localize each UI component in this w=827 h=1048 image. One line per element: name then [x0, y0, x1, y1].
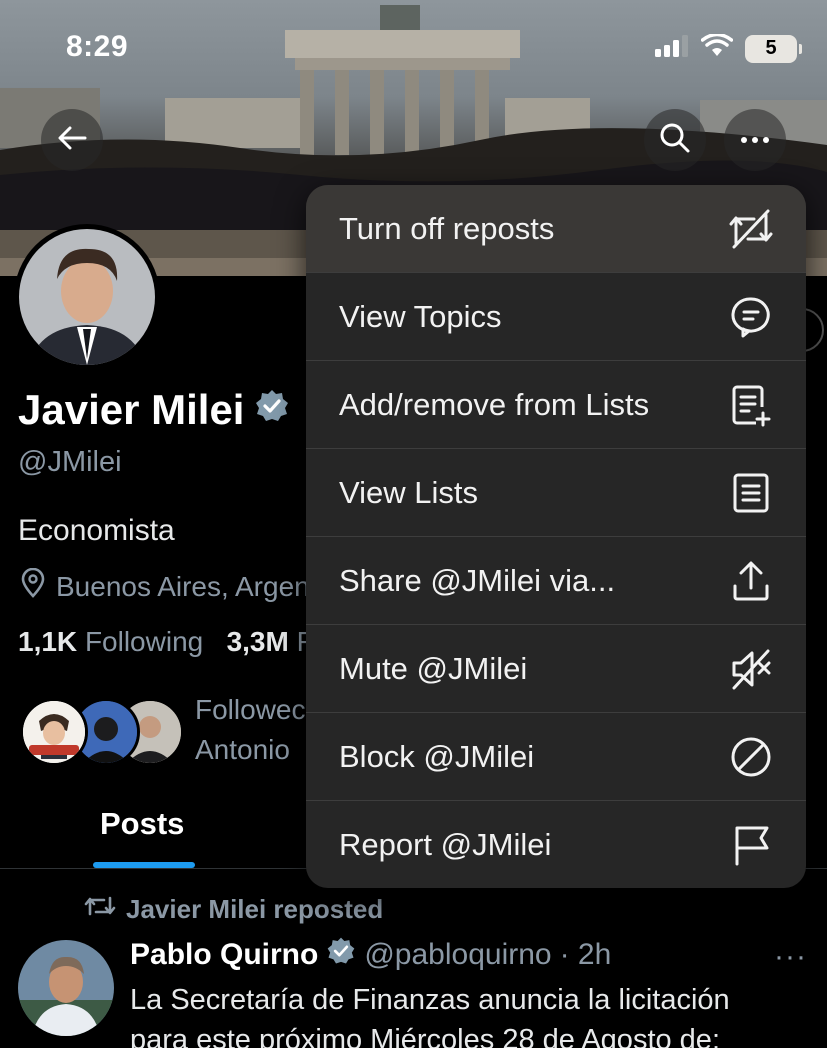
menu-item-add-remove-lists[interactable]: Add/remove from Lists	[306, 361, 806, 449]
tweet-header: Pablo Quirno @pabloquirno · 2h	[130, 936, 611, 974]
location-text: Buenos Aires, Argen	[56, 570, 310, 602]
tweet-time: · 2h	[559, 938, 612, 971]
repost-off-icon	[728, 206, 774, 252]
profile-name-text: Javier Milei	[18, 386, 245, 433]
followers-count: 3,3M	[226, 626, 289, 657]
menu-item-label: Block @JMilei	[339, 738, 535, 774]
milei-explains-logo	[23, 701, 85, 763]
profile-options-menu: Turn off reposts View Topics Add/remove …	[306, 185, 806, 888]
profile-avatar[interactable]	[14, 224, 160, 370]
list-add-icon	[728, 382, 774, 428]
share-icon	[728, 558, 774, 604]
menu-item-label: Share @JMilei via...	[339, 562, 616, 598]
menu-item-label: Report @JMilei	[339, 827, 552, 862]
tweet-text: La Secretaría de Finanzas anuncia la lic…	[130, 980, 820, 1048]
tweet-avatar-image	[18, 940, 114, 1036]
menu-item-label: View Lists	[339, 474, 478, 510]
tweet-more-button[interactable]: ···	[774, 940, 807, 974]
follower-avatar	[20, 698, 88, 766]
followed-by-line-1: Followec	[195, 694, 306, 725]
repost-text: Javier Milei reposted	[126, 894, 384, 924]
flag-icon	[728, 822, 774, 868]
list-icon	[728, 470, 774, 516]
repost-indicator[interactable]: Javier Milei reposted	[84, 894, 383, 925]
menu-item-label: Add/remove from Lists	[339, 386, 650, 422]
location-pin-icon	[20, 567, 46, 605]
menu-item-label: Mute @JMilei	[339, 650, 528, 686]
tweet-text-line-1: La Secretaría de Finanzas anuncia la lic…	[130, 984, 730, 1016]
block-icon	[728, 734, 774, 780]
back-arrow-icon	[57, 125, 87, 156]
profile-location: Buenos Aires, Argen	[20, 567, 310, 605]
profile-name: Javier Milei	[18, 386, 290, 434]
tweet-author-name[interactable]: Pablo Quirno	[130, 938, 318, 972]
search-icon	[659, 122, 691, 159]
tweet-author-avatar[interactable]	[18, 940, 114, 1036]
following-link[interactable]: 1,1K Following	[18, 626, 203, 657]
menu-item-view-topics[interactable]: View Topics	[306, 273, 806, 361]
more-options-button[interactable]	[724, 109, 786, 171]
verified-badge-icon[interactable]	[254, 386, 290, 434]
cellular-signal-icon	[655, 35, 689, 62]
avatar-image	[19, 229, 155, 365]
search-button[interactable]	[644, 109, 706, 171]
tweet-text-line-2: para este próximo Miércoles 28 de Agosto…	[130, 1024, 720, 1048]
back-button[interactable]	[41, 109, 103, 171]
follow-stats: 1,1K Following 3,3M F	[18, 626, 314, 658]
mute-icon	[728, 646, 774, 692]
menu-item-label: View Topics	[339, 298, 502, 334]
followers-link[interactable]: 3,3M F	[227, 626, 314, 657]
more-dots-icon	[740, 131, 770, 149]
menu-item-turn-off-reposts[interactable]: Turn off reposts	[306, 185, 806, 273]
menu-item-report[interactable]: Report @JMilei	[306, 801, 806, 888]
following-label: Following	[84, 626, 204, 657]
tweet-author-handle[interactable]: @pabloquirno	[364, 938, 551, 972]
menu-item-mute[interactable]: Mute @JMilei	[306, 625, 806, 713]
following-count: 1,1K	[18, 626, 78, 657]
profile-bio: Economista	[18, 514, 175, 547]
battery-level: 5	[765, 37, 777, 59]
topics-icon	[728, 294, 774, 340]
menu-item-block[interactable]: Block @JMilei	[306, 713, 806, 801]
repost-icon	[84, 894, 116, 925]
menu-item-label: Turn off reposts	[339, 210, 555, 246]
status-icons: 5	[655, 32, 802, 63]
menu-item-share[interactable]: Share @JMilei via...	[306, 537, 806, 625]
status-time: 8:29	[66, 30, 129, 63]
battery-indicator: 5	[745, 34, 802, 63]
menu-item-view-lists[interactable]: View Lists	[306, 449, 806, 537]
verified-badge-icon[interactable]	[326, 936, 356, 974]
tab-posts[interactable]: Posts	[100, 806, 184, 842]
followed-by-avatars[interactable]	[20, 698, 184, 768]
followed-by-line-2: Antonio	[195, 734, 290, 765]
followed-by-text[interactable]: Followec Antonio	[195, 690, 305, 770]
profile-handle: @JMilei	[18, 446, 122, 478]
wifi-icon	[700, 32, 734, 63]
